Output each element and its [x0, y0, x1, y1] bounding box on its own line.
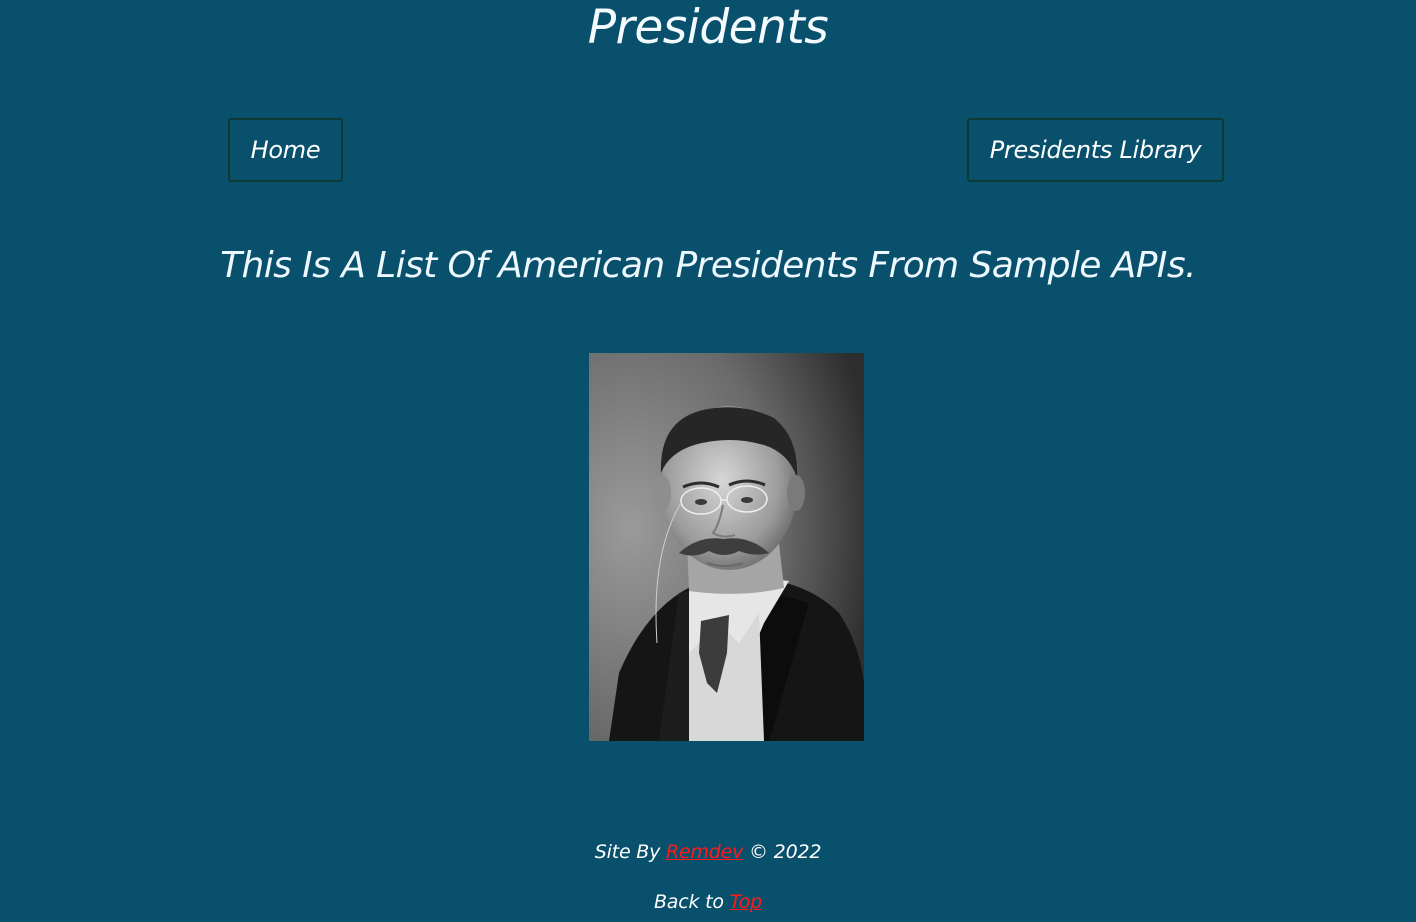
- remdev-link[interactable]: Remdev: [666, 841, 743, 863]
- presidents-library-button[interactable]: Presidents Library: [967, 118, 1224, 182]
- footer-credit-suffix: © 2022: [743, 841, 822, 863]
- portrait-photo: [589, 353, 864, 741]
- footer-credit: Site By Remdev © 2022: [0, 839, 1416, 865]
- page-title: Presidents: [587, 0, 829, 55]
- footer-back-prefix: Back to: [653, 891, 730, 913]
- president-portrait: [589, 353, 864, 741]
- home-button[interactable]: Home: [228, 118, 343, 182]
- footer-back-to-top: Back to Top: [0, 889, 1416, 915]
- page-subtitle: This Is A List Of American Presidents Fr…: [220, 245, 1196, 286]
- footer-credit-prefix: Site By: [594, 841, 666, 863]
- top-link[interactable]: Top: [730, 891, 763, 913]
